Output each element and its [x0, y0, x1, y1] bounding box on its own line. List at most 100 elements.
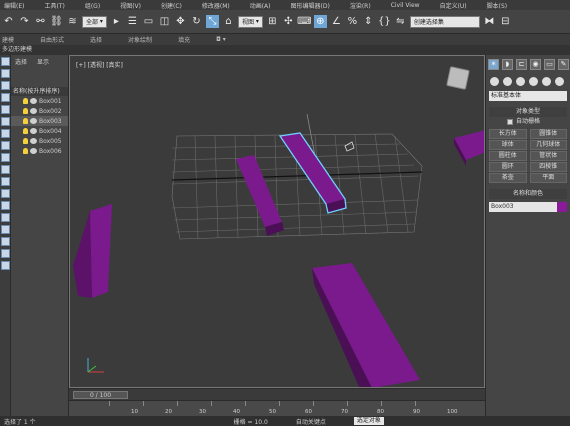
window-crossing-icon[interactable]: ◫: [158, 15, 171, 28]
explorer-bones-icon[interactable]: [1, 165, 10, 174]
align-icon[interactable]: ⊟: [499, 15, 512, 28]
menu-animation[interactable]: 动画(A): [250, 1, 271, 10]
explorer-groups-icon[interactable]: [1, 141, 10, 150]
light-bulb-icon[interactable]: [23, 128, 28, 134]
explorer-geometry-icon[interactable]: [1, 69, 10, 78]
explorer-options-icon[interactable]: [1, 249, 10, 258]
menu-tools[interactable]: 工具(T): [44, 1, 64, 10]
motion-tab-icon[interactable]: ◉: [530, 58, 541, 70]
cone-button[interactable]: 圆锥体: [529, 129, 567, 139]
torus-button[interactable]: 圆环: [489, 162, 527, 172]
object-type-title[interactable]: 对象类型: [489, 107, 567, 117]
menu-create[interactable]: 创建(C): [161, 1, 182, 10]
explorer-item-box002[interactable]: Box002: [11, 106, 68, 116]
explorer-shapes-icon[interactable]: [1, 81, 10, 90]
explorer-containers-icon[interactable]: [1, 177, 10, 186]
explorer-spacewarps-icon[interactable]: [1, 129, 10, 138]
cylinder-button[interactable]: 圆柱体: [489, 151, 527, 161]
link-icon[interactable]: ⚯: [34, 15, 47, 28]
pivot-center-icon[interactable]: ⊞: [266, 15, 279, 28]
explorer-item-box003[interactable]: Box003: [11, 116, 68, 126]
light-bulb-icon[interactable]: [23, 148, 28, 154]
spinner-snap-icon[interactable]: ⇕: [362, 15, 375, 28]
explorer-item-box005[interactable]: Box005: [11, 136, 68, 146]
autogrid-checkbox[interactable]: 自动栅格: [489, 117, 567, 127]
modify-tab-icon[interactable]: ◗: [502, 58, 513, 70]
key-filter-dropdown[interactable]: 选定对象: [353, 417, 384, 425]
explorer-cameras-icon[interactable]: [1, 105, 10, 114]
track-bar[interactable]: 10 20 30 40 50 60 70 80 90 100: [69, 400, 485, 416]
geometry-category-icon[interactable]: [490, 76, 499, 86]
explorer-item-box001[interactable]: Box001: [11, 96, 68, 106]
explorer-invert-icon[interactable]: [1, 237, 10, 246]
explorer-tab-display[interactable]: 显示: [37, 57, 49, 66]
keyboard-shortcut-icon[interactable]: ⌨: [297, 15, 311, 28]
light-gizmo-icon[interactable]: [344, 141, 355, 152]
bind-spacewarp-icon[interactable]: ≋: [66, 15, 79, 28]
box-bottom[interactable]: [312, 263, 420, 388]
undo-icon[interactable]: ↶: [2, 15, 15, 28]
menu-edit[interactable]: 编辑(E): [4, 1, 24, 10]
rect-selection-icon[interactable]: ▭: [142, 15, 155, 28]
explorer-none-icon[interactable]: [1, 225, 10, 234]
ribbon-options-icon[interactable]: ◘ ▾: [216, 36, 226, 43]
explorer-item-box004[interactable]: Box004: [11, 126, 68, 136]
explorer-more-icon[interactable]: [1, 261, 10, 270]
box-left[interactable]: [73, 204, 112, 298]
named-sets-icon[interactable]: {}: [378, 15, 391, 28]
hierarchy-tab-icon[interactable]: ⊏: [516, 58, 527, 70]
mirror-icon[interactable]: ⇋: [394, 15, 407, 28]
menu-group[interactable]: 组(G): [85, 1, 100, 10]
ribbon-tab-populate[interactable]: 填充: [178, 35, 190, 44]
percent-snap-icon[interactable]: %: [346, 15, 359, 28]
mirror-tool-icon[interactable]: ⧓: [483, 15, 496, 28]
shapes-category-icon[interactable]: [503, 76, 512, 86]
angle-snap-icon[interactable]: ∠: [330, 15, 343, 28]
explorer-hidden-icon[interactable]: [1, 201, 10, 210]
autogrid-check-icon[interactable]: [507, 119, 513, 125]
explorer-frozen-icon[interactable]: [1, 189, 10, 198]
object-name-input[interactable]: Box003: [489, 202, 567, 212]
helpers-category-icon[interactable]: [542, 76, 551, 86]
select-by-name-icon[interactable]: ☰: [126, 15, 139, 28]
spacewarps-category-icon[interactable]: [555, 76, 564, 86]
explorer-filter-icon[interactable]: [1, 57, 10, 66]
cameras-category-icon[interactable]: [529, 76, 538, 86]
snaps-toggle-icon[interactable]: ⊕: [313, 15, 327, 28]
select-manipulate-icon[interactable]: ✣: [282, 15, 295, 28]
explorer-item-box006[interactable]: Box006: [11, 146, 68, 156]
menu-views[interactable]: 视图(V): [120, 1, 141, 10]
plane-button[interactable]: 平面: [529, 173, 567, 183]
box-button[interactable]: 长方体: [489, 129, 527, 139]
explorer-lights-icon[interactable]: [1, 93, 10, 102]
lights-category-icon[interactable]: [516, 76, 525, 86]
sphere-button[interactable]: 球体: [489, 140, 527, 150]
light-bulb-icon[interactable]: [23, 118, 28, 124]
ribbon-tab-freeform[interactable]: 自由形式: [40, 35, 64, 44]
explorer-helpers-icon[interactable]: [1, 117, 10, 126]
menu-graph-editors[interactable]: 图形编辑器(D): [291, 1, 330, 10]
ribbon-tab-selection[interactable]: 选择: [90, 35, 102, 44]
explorer-tab-select[interactable]: 选择: [15, 57, 27, 66]
object-color-swatch[interactable]: [557, 202, 567, 212]
selection-filter-dropdown[interactable]: 全部 ▾: [82, 15, 107, 28]
explorer-all-icon[interactable]: [1, 213, 10, 222]
menu-rendering[interactable]: 渲染(R): [350, 1, 371, 10]
rotate-icon[interactable]: ↻: [190, 15, 203, 28]
pyramid-button[interactable]: 四棱锥: [529, 162, 567, 172]
display-tab-icon[interactable]: ▭: [544, 58, 555, 70]
tube-button[interactable]: 管状体: [529, 151, 567, 161]
named-selection-dropdown[interactable]: 创建选择集: [409, 15, 480, 28]
ribbon-tab-object-paint[interactable]: 对象绘制: [128, 35, 152, 44]
place-icon[interactable]: ⌂: [222, 15, 235, 28]
move-icon[interactable]: ✥: [174, 15, 187, 28]
geosphere-button[interactable]: 几何球体: [529, 140, 567, 150]
explorer-column-header[interactable]: 名称(按升序排序): [11, 87, 68, 96]
menu-scripting[interactable]: 脚本(S): [487, 1, 508, 10]
light-bulb-icon[interactable]: [23, 108, 28, 114]
explorer-xrefs-icon[interactable]: [1, 153, 10, 162]
autokey-label[interactable]: 自动关键点: [296, 417, 326, 426]
time-slider[interactable]: 0 / 100: [73, 391, 128, 399]
utilities-tab-icon[interactable]: ✎: [558, 58, 569, 70]
viewport-canvas[interactable]: [70, 56, 485, 388]
